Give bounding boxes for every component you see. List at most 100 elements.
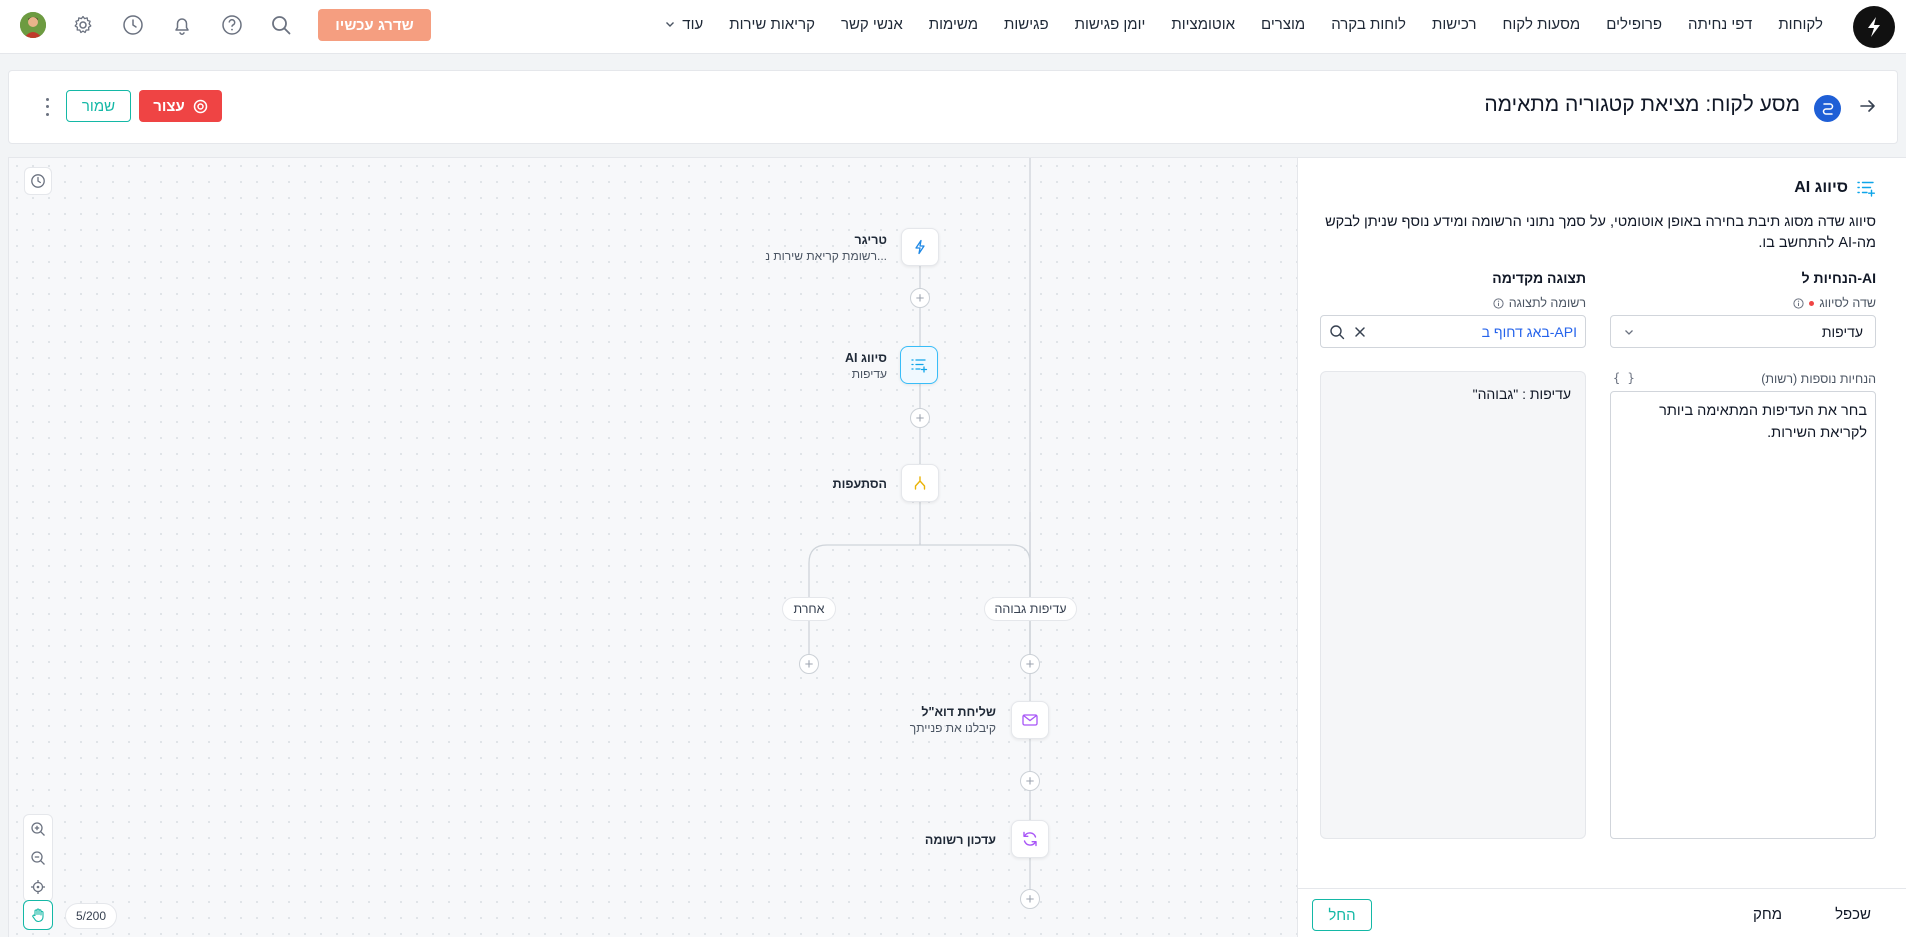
journey-flow-icon — [1814, 95, 1841, 122]
add-step-button[interactable]: + — [1020, 654, 1040, 674]
ai-classify-label: AI סיווג עדיפות — [845, 351, 887, 381]
top-navigation: לקוחות דפי נחיתה פרופילים מסעות לקוח רכי… — [0, 0, 1906, 54]
field-to-classify-label: שדה לסיווג — [1793, 296, 1876, 310]
bell-icon[interactable] — [169, 12, 195, 38]
info-icon[interactable] — [1493, 297, 1504, 309]
preview-record-value[interactable]: באג דחוף ב-API — [1375, 324, 1577, 340]
preview-box: עדיפות : "גבוהה" — [1320, 371, 1586, 839]
update-record-label: עדכון רשומה — [925, 833, 996, 847]
preview-record-field[interactable]: באג דחוף ב-API — [1320, 315, 1586, 348]
more-options-icon[interactable] — [42, 96, 52, 118]
extra-instructions-label: הנחיות נוספות (רשות) — [1761, 372, 1876, 386]
nav-item-profiles[interactable]: פרופילים — [1593, 16, 1675, 33]
info-icon[interactable] — [1793, 297, 1804, 309]
panel-footer: שכפל מחק החל — [1298, 888, 1906, 937]
zoom-controls — [23, 814, 53, 902]
step-settings-panel: AI סיווג סיווג שדה מסוג תיבת בחירה באופן… — [1297, 157, 1906, 937]
ai-instructions-heading: הנחיות ל-AI — [1801, 270, 1876, 286]
branch-title: הסתעפות — [832, 477, 887, 491]
add-step-button[interactable]: + — [910, 408, 930, 428]
flow-connectors — [808, 158, 1031, 898]
field-to-classify-value: עדיפות — [1821, 323, 1863, 340]
history-icon[interactable] — [120, 12, 146, 38]
stop-label: עצור — [153, 97, 185, 115]
ai-classify-subtitle: עדיפות — [851, 367, 887, 381]
clear-icon[interactable] — [1353, 325, 1367, 339]
update-record-node[interactable] — [1011, 820, 1049, 858]
nav-item-purchases[interactable]: רכישות — [1419, 16, 1490, 33]
branch-label: הסתעפות — [833, 477, 887, 491]
step-counter: 5/200 — [65, 903, 117, 929]
update-record-title: עדכון רשומה — [924, 833, 996, 847]
branch-high-priority[interactable]: עדיפות גבוהה — [984, 597, 1077, 621]
fit-view-icon[interactable] — [25, 874, 51, 900]
field-to-classify-select[interactable]: עדיפות — [1610, 315, 1876, 348]
nav-item-service-tickets[interactable]: קריאות שירות — [716, 16, 828, 33]
lightning-icon — [912, 239, 928, 255]
envelope-icon — [1021, 711, 1039, 729]
list-sparkle-icon — [1856, 178, 1876, 198]
nav-item-dashboards[interactable]: לוחות בקרה — [1318, 16, 1419, 33]
send-email-node[interactable] — [1011, 701, 1049, 739]
search-icon[interactable] — [1329, 324, 1345, 340]
canvas-history-icon[interactable] — [24, 167, 52, 195]
chevron-down-icon — [1623, 326, 1635, 338]
nav-item-meetings[interactable]: פגישות — [991, 16, 1062, 33]
send-email-label: שליחת דוא"ל קיבלנו את פנייתך — [910, 705, 996, 735]
nav-item-automations[interactable]: אוטומציות — [1158, 16, 1248, 33]
refresh-icon — [1021, 830, 1039, 848]
duplicate-button[interactable]: שכפל — [1835, 906, 1871, 923]
upgrade-button[interactable]: שדרג עכשיו — [318, 9, 431, 41]
stop-button[interactable]: עצור — [139, 90, 222, 122]
help-icon[interactable] — [219, 12, 245, 38]
add-step-button[interactable]: + — [1020, 889, 1040, 909]
panel-description: סיווג שדה מסוג תיבת בחירה באופן אוטומטי,… — [1325, 214, 1876, 251]
add-step-button[interactable]: + — [1020, 771, 1040, 791]
nav-item-tasks[interactable]: משימות — [916, 16, 991, 33]
nav-more-menu[interactable]: עוד — [651, 16, 716, 33]
trigger-subtitle: רשומת קריאת שירות נ... — [765, 249, 887, 263]
settings-icon[interactable] — [70, 12, 96, 38]
branch-other[interactable]: אחרת — [782, 597, 836, 621]
branch-node[interactable] — [901, 464, 939, 502]
preview-record-label: רשומה לתצוגה — [1493, 296, 1586, 310]
back-arrow-icon[interactable] — [1859, 97, 1877, 115]
chevron-down-icon — [664, 18, 676, 30]
insert-variable-icon[interactable]: { } — [1613, 371, 1635, 385]
nav-item-products[interactable]: מוצרים — [1248, 16, 1318, 33]
panel-title: AI סיווג — [1794, 179, 1848, 196]
extra-instructions-input[interactable]: בחר את העדיפות המתאימה ביותר לקריאת השיר… — [1610, 391, 1876, 839]
ai-classify-title: AI סיווג — [844, 351, 887, 365]
apply-button[interactable]: החל — [1312, 899, 1372, 931]
main-nav: לקוחות דפי נחיתה פרופילים מסעות לקוח רכי… — [651, 0, 1836, 48]
save-button[interactable]: שמור — [66, 90, 131, 122]
delete-button[interactable]: מחק — [1753, 906, 1782, 923]
required-indicator — [1809, 300, 1815, 306]
trigger-label: טריגר רשומת קריאת שירות נ... — [765, 233, 887, 263]
avatar[interactable] — [20, 12, 46, 38]
pan-hand-icon[interactable] — [23, 900, 53, 930]
add-step-button[interactable]: + — [799, 654, 819, 674]
nav-more-label: עוד — [682, 15, 704, 33]
preview-heading: תצוגה מקדימה — [1492, 270, 1586, 286]
nav-item-customers[interactable]: לקוחות — [1765, 16, 1836, 33]
nav-item-customer-journeys[interactable]: מסעות לקוח — [1490, 16, 1594, 33]
nav-item-contacts[interactable]: אנשי קשר — [828, 16, 916, 33]
list-sparkle-icon — [910, 356, 928, 374]
nav-item-calendar[interactable]: יומן פגישות — [1062, 16, 1159, 33]
nav-item-landing-pages[interactable]: דפי נחיתה — [1675, 16, 1765, 33]
search-icon[interactable] — [268, 12, 294, 38]
preview-result: עדיפות : "גבוהה" — [1472, 386, 1571, 402]
trigger-node[interactable] — [901, 228, 939, 266]
panel-header: AI סיווג — [1794, 178, 1876, 198]
journey-canvas[interactable]: טריגר רשומת קריאת שירות נ... + AI סיווג … — [8, 157, 1298, 937]
ai-classify-node[interactable] — [900, 346, 938, 384]
branch-icon — [912, 475, 928, 491]
zoom-in-icon[interactable] — [25, 816, 51, 842]
page-title: מסע לקוח: מציאת קטגוריה מתאימה — [1484, 93, 1800, 116]
logo-icon[interactable] — [1853, 6, 1895, 48]
zoom-out-icon[interactable] — [25, 845, 51, 871]
send-email-title: שליחת דוא"ל — [921, 705, 996, 719]
journey-header: מסע לקוח: מציאת קטגוריה מתאימה עצור שמור — [8, 70, 1898, 144]
add-step-button[interactable]: + — [910, 288, 930, 308]
